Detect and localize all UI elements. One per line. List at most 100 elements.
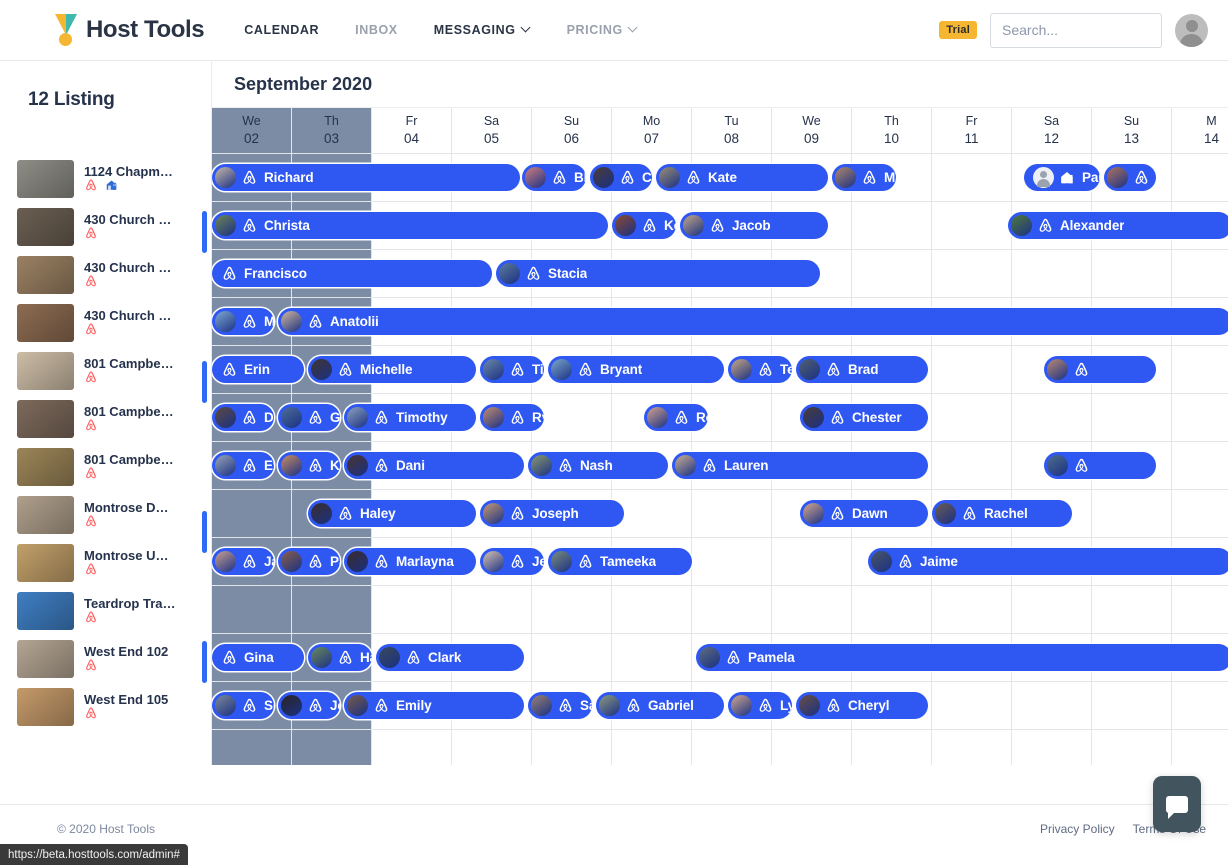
booking-pill[interactable]: Michelle <box>308 356 476 383</box>
nav-item-messaging[interactable]: MESSAGING <box>434 23 531 37</box>
booking-pill[interactable] <box>1044 452 1156 479</box>
nav-item-calendar[interactable]: CALENDAR <box>244 23 319 37</box>
booking-pill[interactable]: Jaime <box>868 548 1228 575</box>
listing-row[interactable]: 801 Campbell Uni... <box>0 395 211 443</box>
booking-pill[interactable]: Rya <box>480 404 544 431</box>
listing-row[interactable]: Montrose Downst... <box>0 491 211 539</box>
listing-row[interactable]: 801 Campbell Uni... <box>0 347 211 395</box>
booking-pill[interactable]: Evali <box>212 452 274 479</box>
booking-pill[interactable]: Muh <box>212 308 274 335</box>
booking-pill[interactable]: Chester <box>800 404 928 431</box>
day-header-cell[interactable]: M 14 <box>1172 108 1228 153</box>
booking-pill[interactable]: Bryant <box>548 356 724 383</box>
link-privacy-policy[interactable]: Privacy Policy <box>1040 822 1115 836</box>
booking-pill[interactable]: Tameeka <box>548 548 692 575</box>
booking-pill[interactable]: Jacob <box>680 212 828 239</box>
user-avatar-icon[interactable] <box>1175 13 1208 47</box>
booking-pill[interactable]: Lyd <box>728 692 792 719</box>
booking-pill[interactable]: Robi <box>644 404 708 431</box>
booking-pill[interactable] <box>1104 164 1156 191</box>
scrollbar-thumb[interactable] <box>202 641 207 683</box>
booking-pill[interactable]: Alexander <box>1008 212 1228 239</box>
day-header-cell[interactable]: Fr 11 <box>932 108 1012 153</box>
booking-pill[interactable]: Haley <box>308 500 476 527</box>
booking-pill[interactable]: Anatolii <box>278 308 1228 335</box>
listing-row[interactable]: 430 Church Bedro... <box>0 299 211 347</box>
booking-pill[interactable]: Bla <box>522 164 586 191</box>
day-header-cell[interactable]: Sa 05 <box>452 108 532 153</box>
booking-pill[interactable]: Gab <box>278 404 340 431</box>
booking-pill[interactable]: Cheryl <box>796 692 928 719</box>
day-header-cell[interactable]: Sa 12 <box>1012 108 1092 153</box>
booking-pill[interactable]: Tim <box>480 356 544 383</box>
scrollbar-thumb[interactable] <box>202 361 207 403</box>
listing-row[interactable]: West End 105 <box>0 683 211 731</box>
day-header-cell[interactable]: Mo 07 <box>612 108 692 153</box>
booking-pill[interactable]: Scot <box>212 692 274 719</box>
listing-row[interactable]: Montrose Upstairs <box>0 539 211 587</box>
booking-pill[interactable]: Dako <box>212 404 274 431</box>
booking-pill[interactable]: Paul <box>1024 164 1100 191</box>
booking-pill[interactable]: Pat <box>278 548 340 575</box>
booking-pill[interactable]: Sar <box>528 692 592 719</box>
day-header-cell[interactable]: Su 13 <box>1092 108 1172 153</box>
booking-pill[interactable]: Erin <box>212 356 304 383</box>
day-header-cell[interactable]: Th 10 <box>852 108 932 153</box>
day-number: 05 <box>483 131 500 146</box>
listing-row[interactable]: 430 Church Bedro... <box>0 203 211 251</box>
booking-pill[interactable]: Clark <box>376 644 524 671</box>
scrollbar-thumb[interactable] <box>202 211 207 253</box>
day-header-cell[interactable]: We 09 <box>772 108 852 153</box>
listing-row[interactable]: 1124 Chapman A... <box>0 155 211 203</box>
booking-pill[interactable]: Jef <box>480 548 544 575</box>
day-header-cell[interactable]: Th 03 <box>292 108 372 153</box>
scrollbar-thumb[interactable] <box>202 511 207 553</box>
booking-pill[interactable]: Ter <box>728 356 792 383</box>
booking-pill[interactable]: Hal <box>308 644 372 671</box>
listing-row[interactable]: West End 102 <box>0 635 211 683</box>
booking-pill[interactable]: Kat <box>278 452 340 479</box>
booking-pill[interactable]: Kate <box>656 164 828 191</box>
booking-pill[interactable]: Nash <box>528 452 668 479</box>
booking-pill[interactable]: Timothy <box>344 404 476 431</box>
airbnb-icon <box>757 361 774 378</box>
booking-pill[interactable]: Jack <box>212 548 274 575</box>
airbnb-icon <box>84 178 98 195</box>
nav-item-inbox[interactable]: INBOX <box>355 23 398 37</box>
booking-pill[interactable]: Ma <box>832 164 896 191</box>
booking-pill[interactable]: Richard <box>212 164 520 191</box>
booking-pill[interactable]: Joseph <box>480 500 624 527</box>
booking-pill[interactable]: Pamela <box>696 644 1228 671</box>
day-header-cell[interactable]: Fr 04 <box>372 108 452 153</box>
listing-row[interactable]: 430 Church Bedro... <box>0 251 211 299</box>
booking-pill[interactable]: Brad <box>796 356 928 383</box>
nav-item-pricing[interactable]: PRICING <box>567 23 638 37</box>
booking-pill[interactable]: Jer <box>278 692 340 719</box>
booking-pill[interactable]: Dawn <box>800 500 928 527</box>
day-header-cell[interactable]: Su 06 <box>532 108 612 153</box>
booking-pill[interactable]: Car <box>590 164 652 191</box>
booking-pill[interactable]: Lauren <box>672 452 928 479</box>
brand-logo[interactable]: Host Tools <box>55 14 205 46</box>
airbnb-icon <box>339 650 352 664</box>
chat-widget-button[interactable] <box>1153 776 1201 832</box>
booking-pill[interactable]: Gabriel <box>596 692 724 719</box>
booking-pill[interactable]: Emily <box>344 692 524 719</box>
booking-pill[interactable]: Francisco <box>212 260 492 287</box>
sidebar-scrollbar[interactable] <box>202 211 209 771</box>
day-header-cell[interactable]: We 02 <box>212 108 292 153</box>
booking-pill[interactable]: Rachel <box>932 500 1072 527</box>
booking-pill[interactable]: Christa <box>212 212 608 239</box>
trial-badge[interactable]: Trial <box>939 21 977 39</box>
listing-row[interactable]: Teardrop Trailer <box>0 587 211 635</box>
search-box[interactable] <box>990 12 1198 48</box>
booking-pill[interactable]: Marlayna <box>344 548 476 575</box>
listing-row[interactable]: 801 Campbell Uni... <box>0 443 211 491</box>
day-header-cell[interactable]: Tu 08 <box>692 108 772 153</box>
booking-pill[interactable] <box>1044 356 1156 383</box>
booking-pill[interactable]: Gina <box>212 644 304 671</box>
search-input[interactable] <box>1002 22 1183 38</box>
booking-pill[interactable]: Ker <box>612 212 676 239</box>
booking-pill[interactable]: Dani <box>344 452 524 479</box>
booking-pill[interactable]: Stacia <box>496 260 820 287</box>
